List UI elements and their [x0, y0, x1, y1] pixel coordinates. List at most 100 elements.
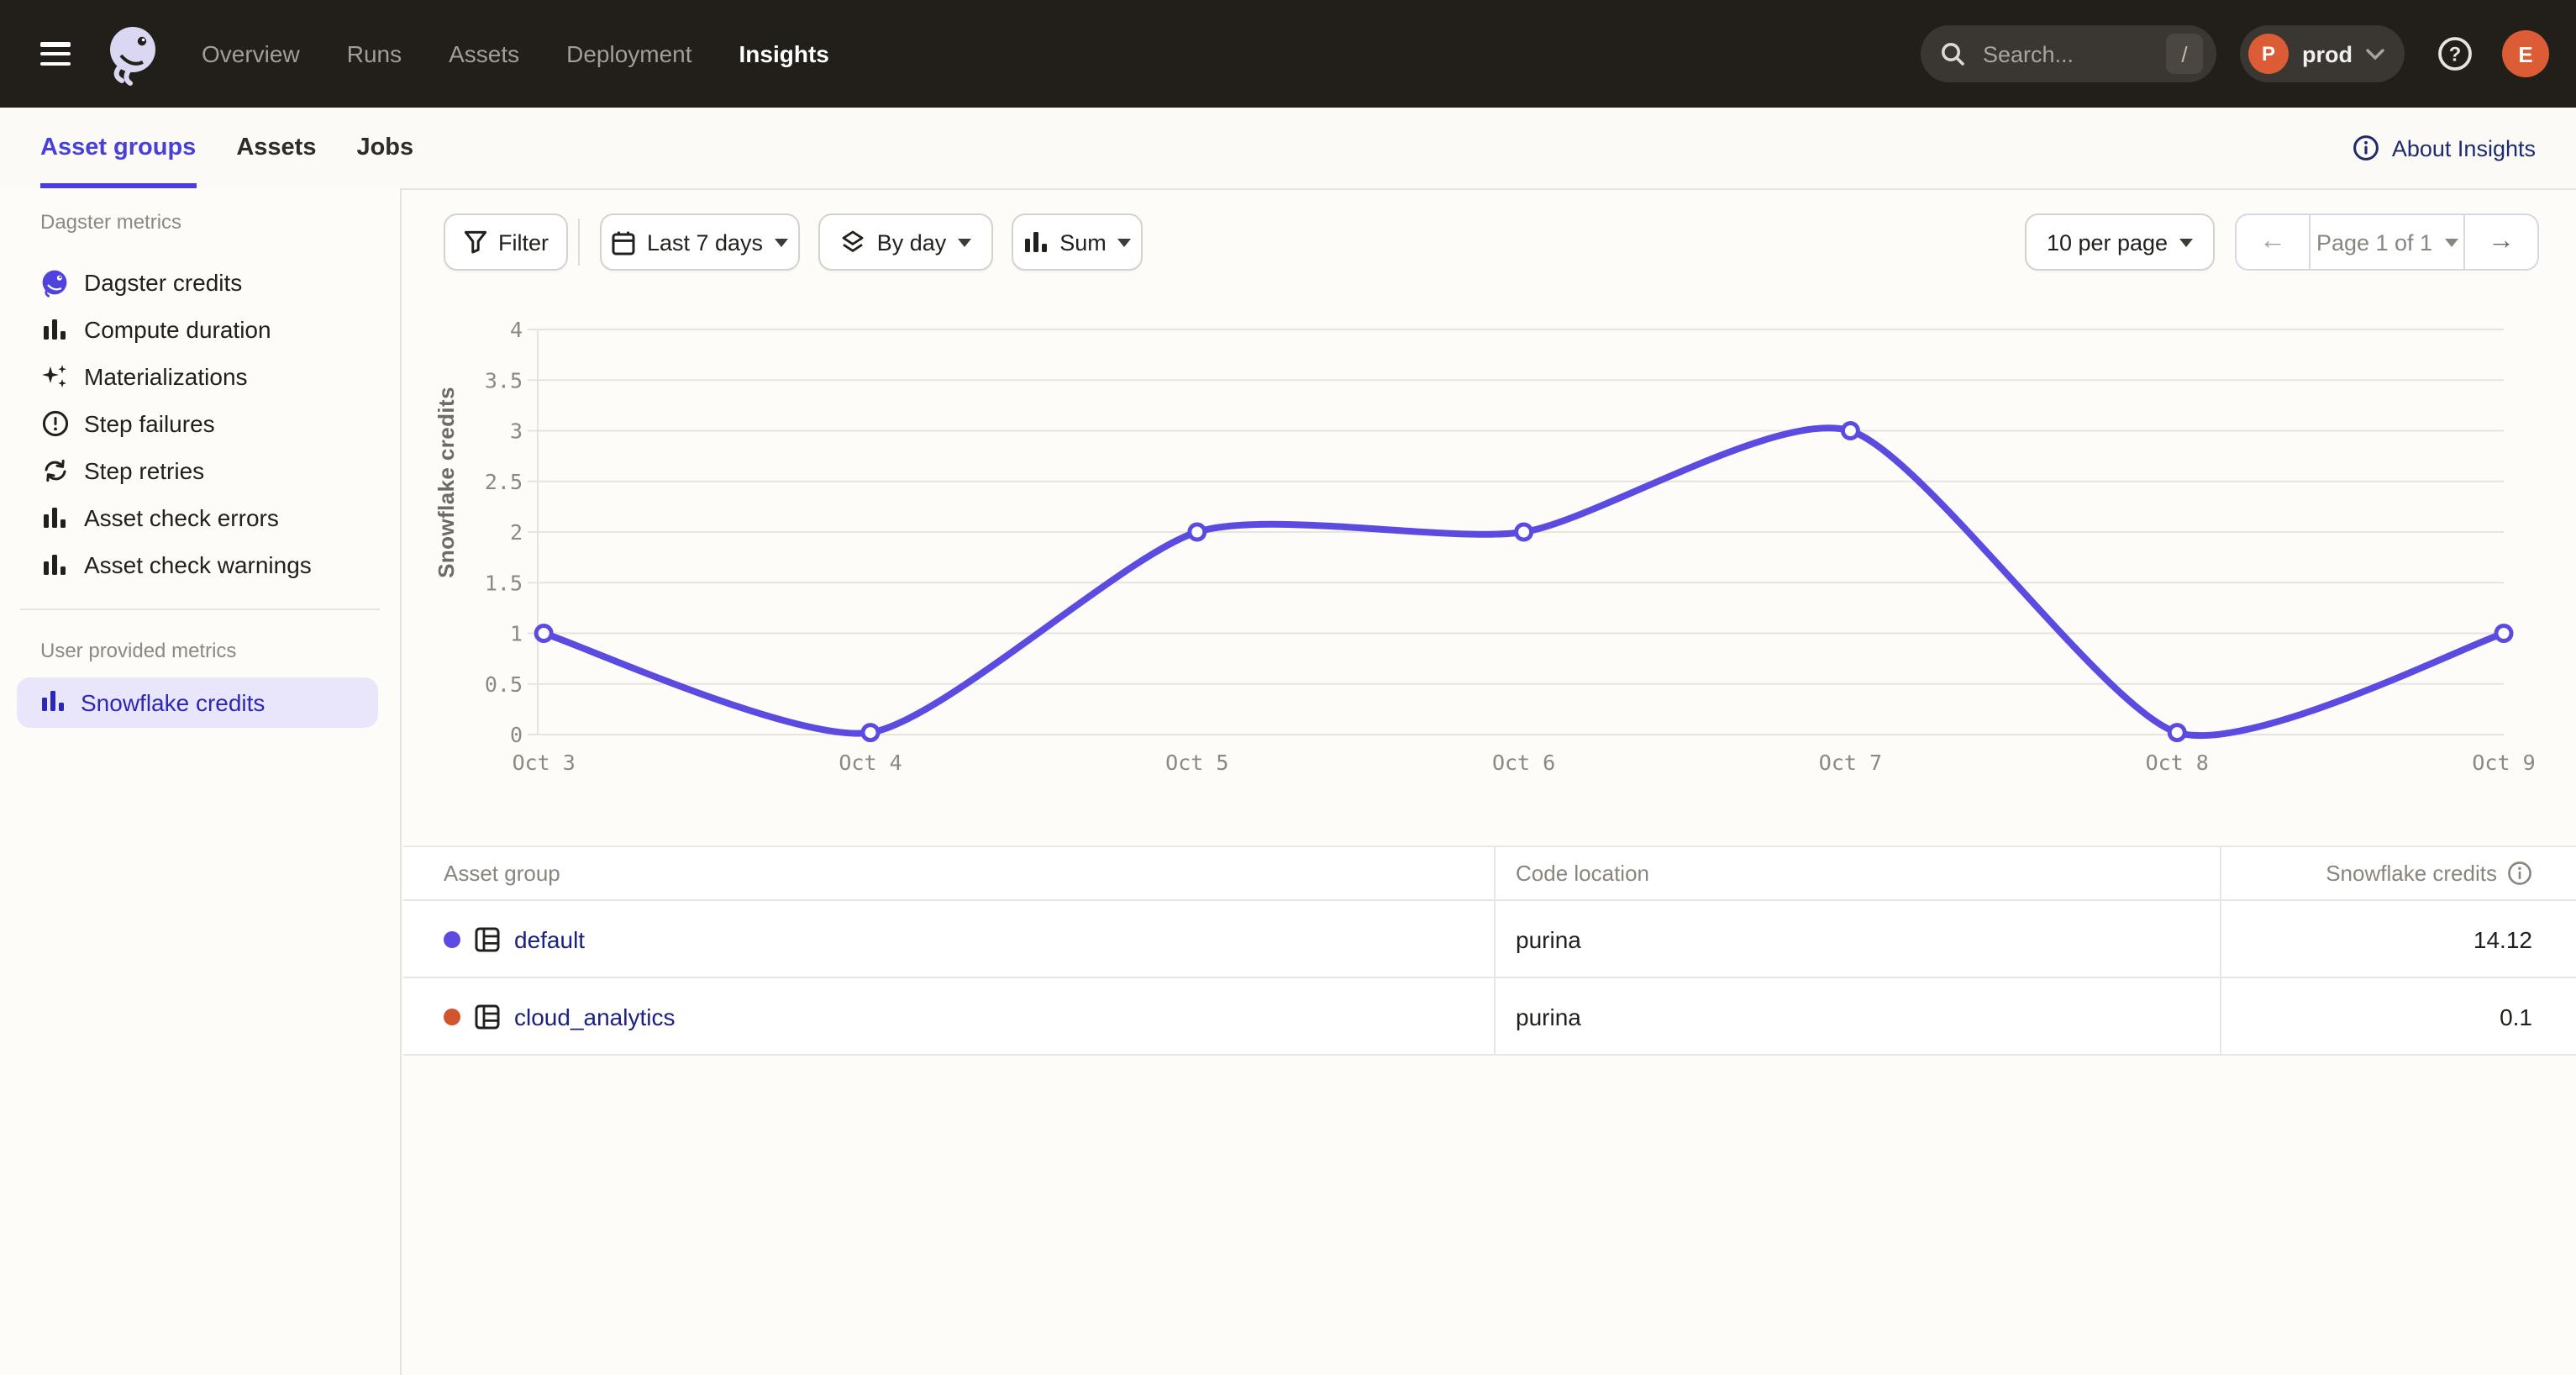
- insights-tab-bar: Asset groups Assets Jobs About Insights: [0, 108, 2576, 190]
- chevron-down-icon: [958, 238, 971, 246]
- svg-text:3.5: 3.5: [485, 368, 523, 392]
- insights-chart: 00.511.522.533.54Oct 3Oct 4Oct 5Oct 6Oct…: [412, 313, 2576, 800]
- nav-item-deployment[interactable]: Deployment: [566, 40, 691, 67]
- bar-chart-icon: [40, 688, 66, 717]
- sidebar-item-asset-check-warnings[interactable]: Asset check warnings: [0, 541, 400, 588]
- svg-text:Oct 5: Oct 5: [1165, 751, 1228, 775]
- about-insights-label: About Insights: [2392, 135, 2536, 161]
- octopus-icon: [40, 268, 69, 297]
- chevron-down-icon: [2179, 238, 2193, 246]
- sidebar-item-asset-check-errors[interactable]: Asset check errors: [0, 494, 400, 541]
- bar-chart-icon: [40, 315, 69, 344]
- sidebar-item-step-failures[interactable]: Step failures: [0, 400, 400, 447]
- chevron-down-icon: [2444, 238, 2458, 246]
- sidebar-item-label: Step failures: [84, 410, 215, 437]
- table-header-row: Asset group Code location Snowflake cred…: [403, 847, 2576, 901]
- value-cell: 0.1: [2220, 978, 2576, 1054]
- about-insights-link[interactable]: About Insights: [2353, 134, 2536, 161]
- metrics-sidebar: Dagster metrics Dagster credits Compute …: [0, 188, 402, 1375]
- sidebar-item-compute-duration[interactable]: Compute duration: [0, 306, 400, 353]
- pagination: ← Page 1 of 1 →: [2235, 213, 2539, 271]
- svg-text:4: 4: [510, 318, 523, 342]
- tab-asset-groups[interactable]: Asset groups: [40, 108, 196, 188]
- svg-text:0.5: 0.5: [485, 672, 523, 697]
- dagster-metrics-list: Dagster credits Compute duration Materia…: [0, 259, 400, 588]
- help-icon[interactable]: ?: [2435, 34, 2475, 74]
- column-header-asset-group: Asset group: [403, 847, 1494, 899]
- svg-text:?: ?: [2449, 43, 2462, 66]
- sidebar-item-step-retries[interactable]: Step retries: [0, 447, 400, 494]
- next-page-button[interactable]: →: [2465, 215, 2537, 269]
- chevron-down-icon: [775, 238, 788, 246]
- code-location-cell: purina: [1494, 901, 2220, 977]
- toolbar-divider: [578, 219, 580, 266]
- filter-button[interactable]: Filter: [444, 213, 568, 271]
- aggregation-dropdown[interactable]: Sum: [1012, 213, 1143, 271]
- per-page-dropdown[interactable]: 10 per page: [2025, 213, 2215, 271]
- bar-chart-icon: [40, 551, 69, 579]
- search-icon: [1939, 40, 1966, 67]
- column-header-code-location: Code location: [1494, 847, 2220, 899]
- info-icon: [2353, 134, 2380, 161]
- sidebar-item-label: Snowflake credits: [81, 689, 265, 716]
- svg-text:2.5: 2.5: [485, 470, 523, 494]
- svg-text:Oct 6: Oct 6: [1492, 751, 1555, 775]
- code-location-cell: purina: [1494, 978, 2220, 1054]
- chevron-down-icon: [2366, 48, 2384, 60]
- sidebar-item-label: Step retries: [84, 457, 204, 484]
- bar-chart-icon: [1023, 230, 1048, 254]
- search-shortcut-key: /: [2166, 34, 2203, 74]
- search-box[interactable]: /: [1921, 25, 2216, 82]
- nav-item-overview[interactable]: Overview: [202, 40, 300, 67]
- aggregation-label: Sum: [1059, 229, 1107, 255]
- deployment-badge: P: [2248, 34, 2289, 74]
- page-indicator-label: Page 1 of 1: [2316, 229, 2432, 255]
- asset-group-link[interactable]: default: [514, 925, 585, 952]
- sidebar-item-materializations[interactable]: Materializations: [0, 353, 400, 400]
- section-title-dagster-metrics: Dagster metrics: [40, 208, 400, 235]
- bar-chart-icon: [40, 503, 69, 532]
- table-row: default purina 14.12: [403, 901, 2576, 978]
- sidebar-divider: [20, 608, 380, 610]
- date-range-dropdown[interactable]: Last 7 days: [600, 213, 800, 271]
- arrow-right-icon: →: [2488, 227, 2515, 257]
- column-header-snowflake-credits: Snowflake credits: [2220, 847, 2576, 899]
- nav-item-runs[interactable]: Runs: [347, 40, 402, 67]
- svg-text:0: 0: [510, 723, 523, 747]
- alert-circle-icon: [40, 409, 69, 438]
- retry-icon: [40, 456, 69, 485]
- sidebar-item-label: Compute duration: [84, 316, 271, 343]
- sidebar-item-dagster-credits[interactable]: Dagster credits: [0, 259, 400, 306]
- top-nav-right: / P prod ? E: [1921, 25, 2549, 82]
- svg-text:Oct 4: Oct 4: [839, 751, 902, 775]
- sidebar-item-label: Dagster credits: [84, 269, 242, 296]
- granularity-dropdown[interactable]: By day: [818, 213, 993, 271]
- hamburger-icon[interactable]: [40, 42, 71, 66]
- svg-text:2: 2: [510, 520, 523, 545]
- calendar-icon: [612, 229, 635, 255]
- asset-group-link[interactable]: cloud_analytics: [514, 1003, 675, 1030]
- tab-assets[interactable]: Assets: [236, 108, 316, 188]
- svg-text:3: 3: [510, 419, 523, 444]
- tab-jobs[interactable]: Jobs: [356, 108, 413, 188]
- svg-text:1: 1: [510, 622, 523, 646]
- granularity-label: By day: [877, 229, 947, 255]
- search-input[interactable]: [1979, 40, 2151, 68]
- sidebar-item-label: Asset check warnings: [84, 551, 312, 578]
- arrow-left-icon: ←: [2259, 227, 2286, 257]
- page-indicator-dropdown[interactable]: Page 1 of 1: [2309, 215, 2465, 269]
- deployment-switcher[interactable]: P prod: [2240, 25, 2405, 82]
- svg-text:Oct 7: Oct 7: [1819, 751, 1882, 775]
- series-color-dot: [444, 930, 460, 947]
- prev-page-button[interactable]: ←: [2237, 215, 2309, 269]
- avatar[interactable]: E: [2502, 30, 2549, 77]
- sidebar-item-snowflake-credits[interactable]: Snowflake credits: [17, 677, 378, 728]
- svg-text:Oct 3: Oct 3: [513, 751, 576, 775]
- funnel-icon: [463, 230, 486, 254]
- nav-item-assets[interactable]: Assets: [449, 40, 519, 67]
- nav-item-insights[interactable]: Insights: [739, 40, 829, 67]
- dagster-logo[interactable]: [101, 22, 165, 86]
- svg-text:Oct 8: Oct 8: [2146, 751, 2209, 775]
- asset-groups-table: Asset group Code location Snowflake cred…: [403, 846, 2576, 1056]
- section-title-user-provided-metrics: User provided metrics: [40, 637, 400, 664]
